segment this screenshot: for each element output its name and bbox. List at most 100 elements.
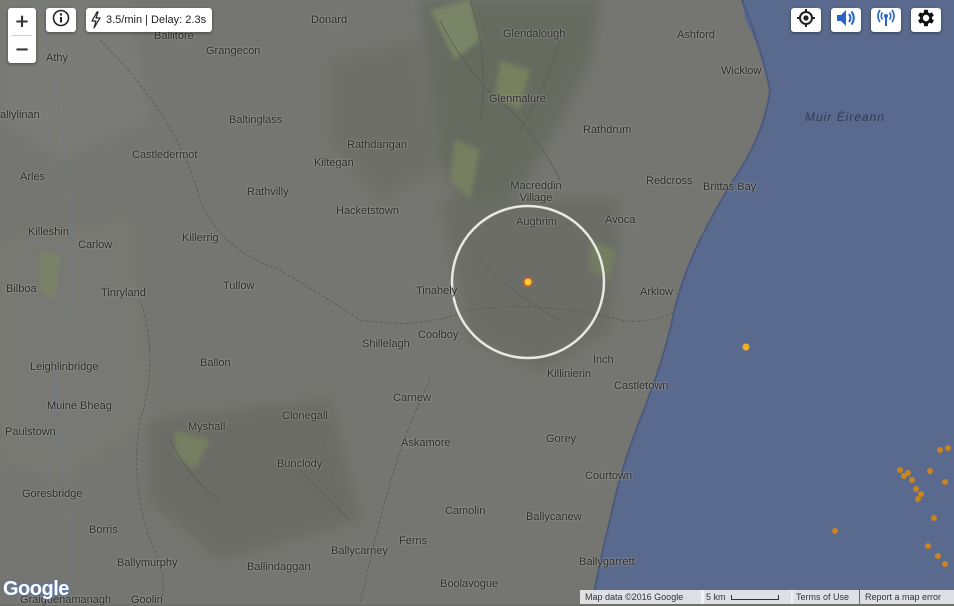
place-label: Ballymurphy [117,557,178,569]
place-label: Kiltegan [314,157,354,169]
place-label: Aughrim [516,216,557,228]
fresh-strike-marker [523,277,533,287]
place-label: Redcross [646,175,693,187]
place-label: Boolavogue [440,578,499,590]
place-label: Tullow [223,280,255,292]
old-strike-marker [945,445,951,451]
locate-button[interactable] [791,8,821,32]
place-label: Paulstown [5,426,56,438]
place-label: Killeshin [28,226,69,238]
place-label: Ballycanew [526,511,582,523]
old-strike-marker [915,496,921,502]
old-strike-marker [897,467,903,473]
place-label: Arles [20,171,46,183]
place-label: Ferns [399,535,428,547]
place-label: Rathvilly [247,186,289,198]
place-label: Ballycarney [331,545,388,557]
place-label: Myshall [188,421,226,433]
locate-icon [796,8,816,33]
place-label: Arklow [640,286,674,298]
place-label: Gorey [546,433,576,445]
place-label: Carlow [78,239,113,251]
place-label: Castledermot [132,149,198,161]
report-link-box: Report a map error [860,590,954,604]
place-label: Baltinglass [229,114,283,126]
place-label: Ballindaggan [247,561,311,573]
sea-label: Muir Éireann [805,110,886,124]
place-label: Castletown [614,380,669,392]
info-button[interactable] [46,8,76,32]
place-label: Bilboa [6,283,37,295]
place-label: Goolin [131,594,163,606]
old-strike-marker [832,528,838,534]
place-label: Muine Bheag [47,400,112,412]
place-label: Shillelagh [362,338,410,350]
place-label: Avoca [605,214,636,226]
place-label: Tinryland [101,287,146,299]
place-label: Inch [593,354,614,366]
terms-link[interactable]: Terms of Use [796,592,849,602]
old-strike-marker [909,477,915,483]
old-strike-marker [918,491,924,497]
old-strike-marker [931,515,937,521]
place-label: Killerrig [182,232,219,244]
place-label: Borris [89,524,118,536]
info-icon [52,9,70,32]
place-label: Ballygarrett [579,556,635,568]
google-logo-text: Google [3,578,69,600]
speaker-icon [835,8,857,33]
strike-rate-display: 3.5/min | Delay: 2.3s [86,8,213,32]
place-label: Rathdrum [583,124,632,136]
old-strike-marker [905,470,911,476]
terms-link-box: Terms of Use [791,590,859,604]
place-label: Rathdangan [347,139,407,151]
old-strike-marker [937,447,943,453]
report-error-link[interactable]: Report a map error [865,592,941,602]
place-label: Carnew [393,392,431,404]
zoom-control: + − [8,8,36,63]
scale-bar[interactable]: 5 km [701,590,793,604]
sound-button[interactable] [831,8,861,32]
old-strike-marker [925,543,931,549]
scale-line [730,594,779,600]
place-label: Clonegall [282,410,328,422]
google-logo: Google [3,578,69,601]
signal-icon [875,8,897,33]
old-strike-marker [927,468,933,474]
settings-button[interactable] [911,8,941,32]
place-label: Grangecon [206,45,261,57]
place-label: Askamore [401,437,451,449]
place-label: Athy [46,52,69,64]
place-label: Hacketstown [336,205,399,217]
old-strike-marker [942,561,948,567]
place-label: Glendalough [503,28,566,40]
scale-text: 5 km [706,592,726,602]
recent-strike-marker [742,343,750,351]
map-data-attribution: Map data ©2016 Google [580,590,704,604]
place-label: Ashford [677,29,715,41]
old-strike-marker [935,553,941,559]
zoom-out-button[interactable]: − [8,36,36,63]
map-data-text: Map data ©2016 Google [585,592,684,602]
place-label: Goresbridge [22,488,83,500]
place-label: Leighlinbridge [30,361,99,373]
place-label: Killinierin [547,368,592,380]
gear-icon [915,7,937,34]
zoom-in-button[interactable]: + [8,8,36,35]
place-label: Macreddin Village [510,180,562,204]
place-label: Glenmalure [489,93,546,105]
place-label: Donard [311,14,348,26]
place-label: Camolin [445,505,486,517]
signal-button[interactable] [871,8,901,32]
old-strike-marker [942,479,948,485]
lightning-icon [90,11,102,29]
place-label: Ballon [200,357,231,369]
place-label: Coolboy [418,329,459,341]
old-strike-marker [913,486,919,492]
place-label: Wicklow [721,65,762,77]
place-label: Brittas Bay [703,181,757,193]
strike-rate-text: 3.5/min | Delay: 2.3s [106,14,207,26]
place-label: Tinahely [416,285,458,297]
place-label: Bunclody [277,458,323,470]
place-label: allylinan [0,109,40,121]
